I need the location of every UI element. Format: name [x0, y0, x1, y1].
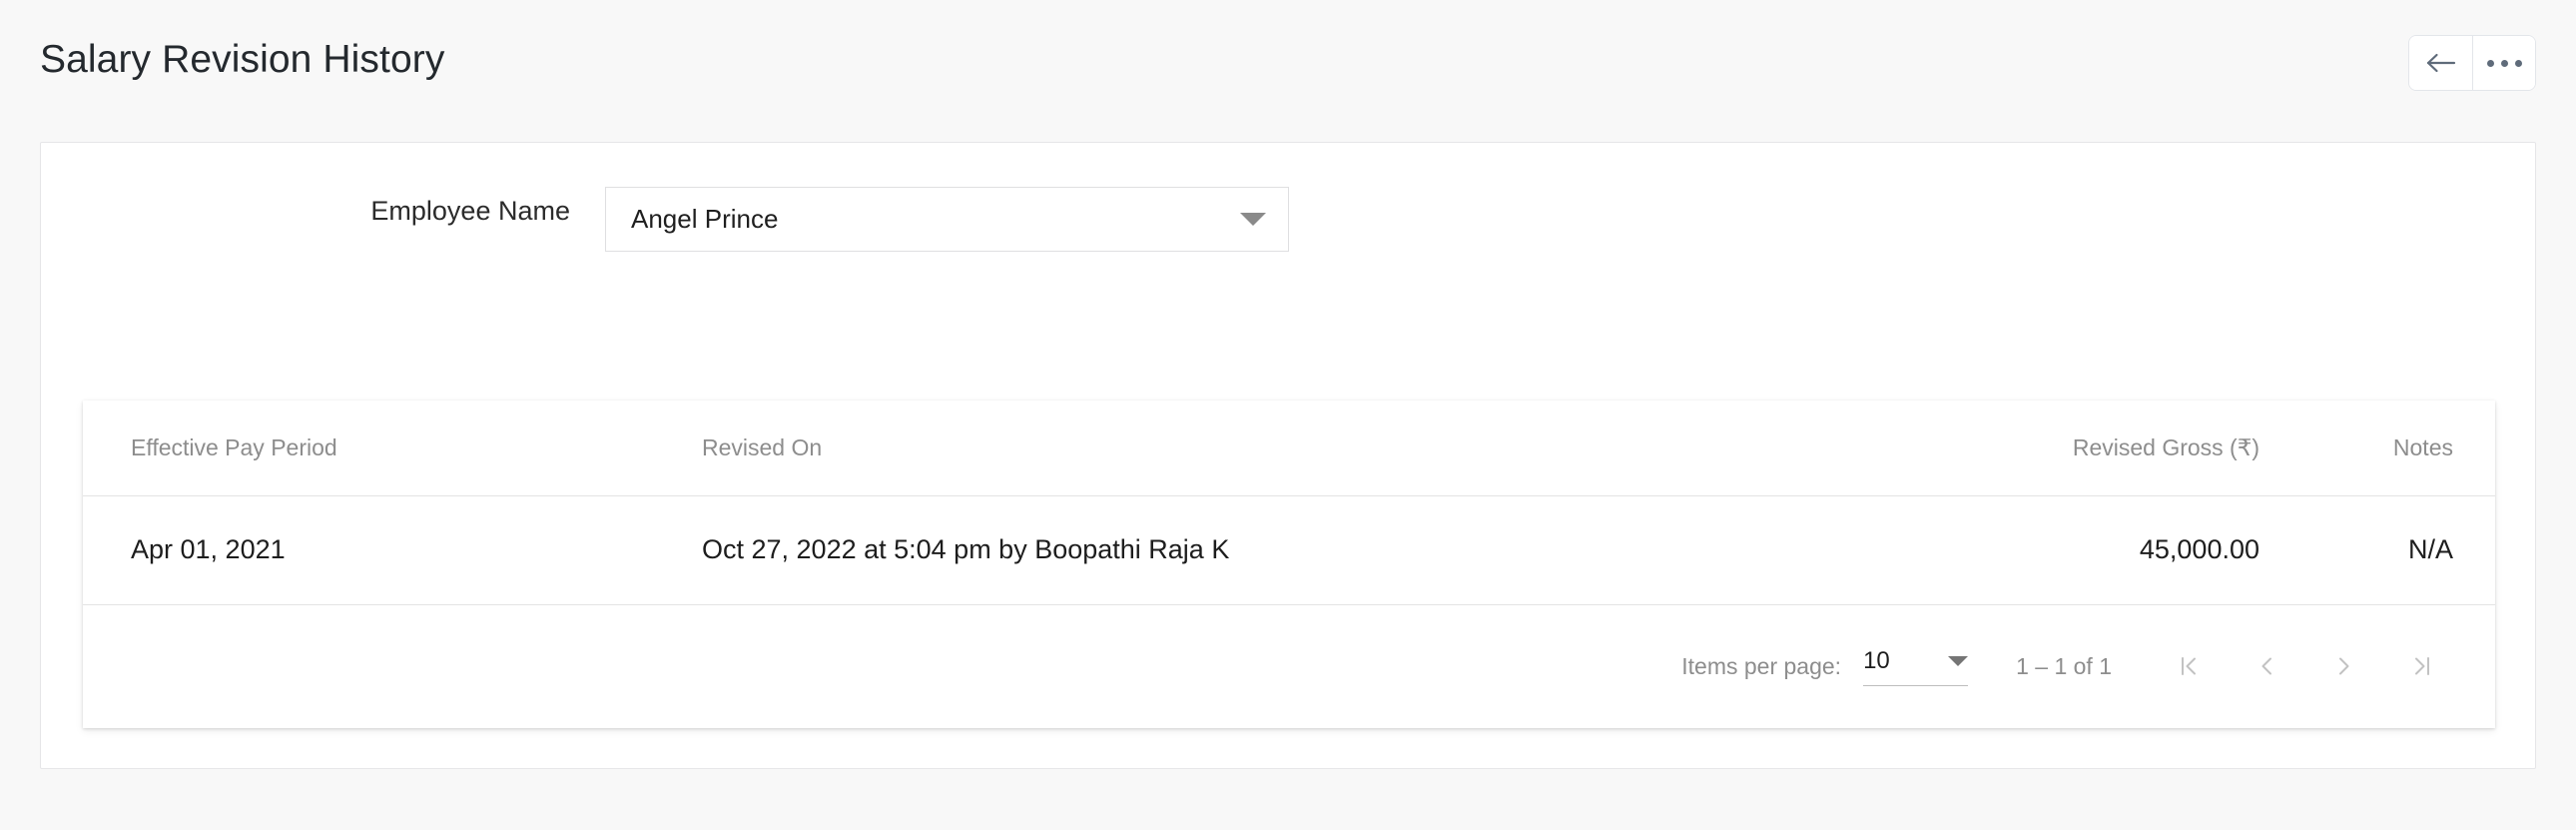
cell-effective-pay-period: Apr 01, 2021 — [83, 495, 702, 605]
salary-revision-history-page: Salary Revision History Employee Name An… — [0, 0, 2576, 830]
last-page-button[interactable] — [2383, 627, 2461, 705]
chevron-down-icon — [1948, 655, 1969, 666]
ellipsis-icon — [2486, 59, 2522, 67]
page-title: Salary Revision History — [40, 38, 445, 81]
employee-name-value: Angel Prince — [631, 204, 779, 234]
chevron-left-icon — [2254, 653, 2279, 679]
chevron-down-icon — [1240, 213, 1266, 226]
chevron-right-icon — [2331, 653, 2357, 679]
arrow-left-icon — [2426, 52, 2456, 74]
items-per-page-value: 10 — [1863, 646, 1890, 674]
pagination-buttons — [2150, 627, 2461, 705]
header-action-group — [2408, 35, 2536, 91]
revision-history-table: Effective Pay Period Revised On Revised … — [83, 401, 2495, 605]
items-per-page-label: Items per page: — [1681, 652, 1842, 679]
last-page-icon — [2409, 653, 2435, 679]
cell-notes: N/A — [2259, 495, 2495, 605]
previous-page-button[interactable] — [2228, 627, 2305, 705]
revision-history-table-card: Effective Pay Period Revised On Revised … — [83, 401, 2495, 728]
next-page-button[interactable] — [2305, 627, 2383, 705]
pagination-range-label: 1 – 1 of 1 — [2016, 652, 2112, 679]
back-button[interactable] — [2409, 36, 2472, 90]
table-row[interactable]: Apr 01, 2021 Oct 27, 2022 at 5:04 pm by … — [83, 495, 2495, 605]
column-header-effective-pay-period: Effective Pay Period — [83, 401, 702, 496]
content-card: Employee Name Angel Prince Effective Pay… — [40, 142, 2536, 769]
employee-name-select[interactable]: Angel Prince — [605, 187, 1289, 252]
first-page-icon — [2176, 653, 2202, 679]
cell-revised-gross: 45,000.00 — [1880, 495, 2259, 605]
table-body: Apr 01, 2021 Oct 27, 2022 at 5:04 pm by … — [83, 495, 2495, 605]
column-header-revised-on: Revised On — [702, 401, 1880, 496]
employee-name-label: Employee Name — [370, 196, 570, 226]
items-per-page-select[interactable]: 10 — [1863, 646, 1969, 686]
more-options-button[interactable] — [2472, 36, 2535, 90]
first-page-button[interactable] — [2150, 627, 2228, 705]
page-header: Salary Revision History — [0, 0, 2576, 142]
table-header: Effective Pay Period Revised On Revised … — [83, 401, 2495, 496]
filter-row: Employee Name Angel Prince — [41, 179, 2535, 252]
column-header-notes: Notes — [2259, 401, 2495, 496]
table-header-row: Effective Pay Period Revised On Revised … — [83, 401, 2495, 496]
cell-revised-on: Oct 27, 2022 at 5:04 pm by Boopathi Raja… — [702, 495, 1880, 605]
column-header-revised-gross: Revised Gross (₹) — [1880, 401, 2259, 496]
table-paginator: Items per page: 10 1 – 1 of 1 — [83, 604, 2495, 728]
